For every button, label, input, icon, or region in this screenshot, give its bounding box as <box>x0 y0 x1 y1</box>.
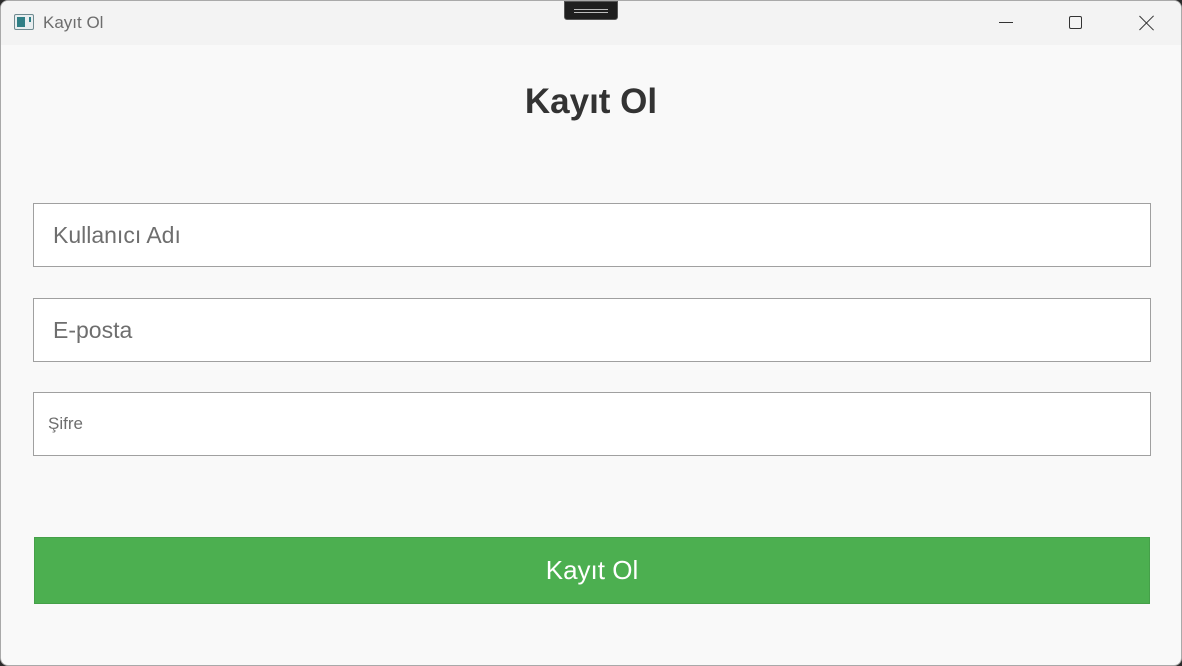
window-title: Kayıt Ol <box>43 13 104 32</box>
close-button[interactable] <box>1111 1 1179 45</box>
minimize-icon <box>999 22 1013 23</box>
title-bar[interactable]: Kayıt Ol <box>1 1 1181 45</box>
close-icon <box>1139 15 1155 31</box>
register-button[interactable]: Kayıt Ol <box>34 537 1150 604</box>
maximize-button[interactable] <box>1041 1 1109 45</box>
maximize-icon <box>1069 16 1082 29</box>
minimize-button[interactable] <box>972 1 1040 45</box>
app-window-icon <box>14 14 34 30</box>
snap-layout-handle[interactable] <box>564 1 618 20</box>
password-input[interactable] <box>33 392 1151 456</box>
username-input[interactable] <box>33 203 1151 267</box>
app-window: Kayıt Ol Kayıt Ol Kayıt Ol <box>0 0 1182 666</box>
email-input[interactable] <box>33 298 1151 362</box>
page-title: Kayıt Ol <box>524 82 658 121</box>
